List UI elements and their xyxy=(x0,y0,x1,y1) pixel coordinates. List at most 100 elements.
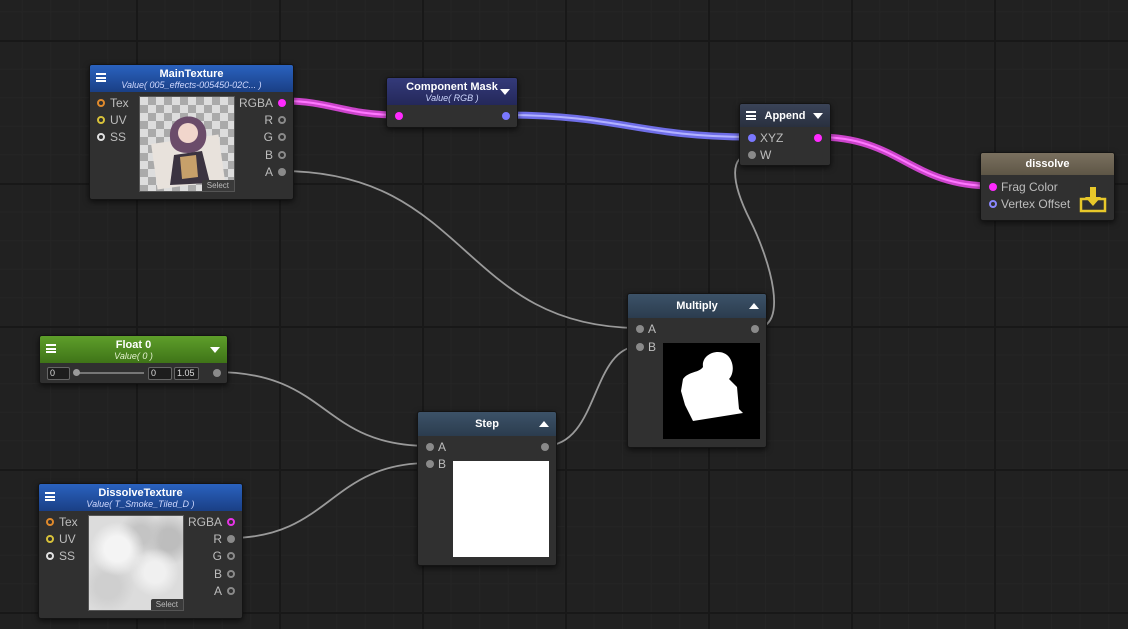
output-port[interactable] xyxy=(502,112,510,120)
wire-append-to-output xyxy=(817,133,993,190)
output-port[interactable] xyxy=(213,369,221,377)
input-port-ss[interactable] xyxy=(46,552,54,560)
chevron-up-icon[interactable] xyxy=(749,303,759,309)
input-port-tex[interactable] xyxy=(46,518,54,526)
output-label-g: G xyxy=(263,130,273,144)
select-button[interactable]: Select xyxy=(201,180,234,191)
node-title: Float 0 xyxy=(115,339,152,351)
input-label-uv: UV xyxy=(59,532,76,546)
chevron-up-icon[interactable] xyxy=(539,421,549,427)
input-label-ss: SS xyxy=(59,549,76,563)
output-port[interactable] xyxy=(814,134,822,142)
component-mask-header[interactable]: Component Mask Value( RGB ) xyxy=(387,78,517,105)
input-label-a: A xyxy=(648,322,657,336)
menu-icon[interactable] xyxy=(746,111,756,120)
input-port-w[interactable] xyxy=(748,151,756,159)
chevron-down-icon[interactable] xyxy=(813,113,823,119)
input-port-a[interactable] xyxy=(636,325,644,333)
menu-icon[interactable] xyxy=(45,492,55,501)
character-thumbnail xyxy=(151,116,225,190)
node-subtitle: Value( 0 ) xyxy=(114,351,153,361)
input-label-w: W xyxy=(760,148,772,162)
input-port-vertex-offset[interactable] xyxy=(989,200,997,208)
dissolve-output-header[interactable]: dissolve xyxy=(981,153,1114,175)
output-label-rgba: RGBA xyxy=(238,96,273,110)
output-label-r: R xyxy=(264,113,273,127)
float-header[interactable]: Float 0 Value( 0 ) xyxy=(40,336,227,363)
output-port[interactable] xyxy=(541,443,549,451)
output-port-a[interactable] xyxy=(278,168,286,176)
output-port-r[interactable] xyxy=(227,535,235,543)
node-subtitle: Value( RGB ) xyxy=(425,93,479,103)
input-label-frag-color: Frag Color xyxy=(1001,180,1058,194)
output-port-a[interactable] xyxy=(227,587,235,595)
wire-rgba-to-mask xyxy=(284,97,399,119)
float-slider-track[interactable] xyxy=(76,372,144,374)
float-node[interactable]: Float 0 Value( 0 ) 0 0 1.05 xyxy=(39,335,228,384)
output-port-b[interactable] xyxy=(227,570,235,578)
input-label-uv: UV xyxy=(110,113,127,127)
input-label-tex: Tex xyxy=(59,515,78,529)
output-port-g[interactable] xyxy=(227,552,235,560)
input-port-b[interactable] xyxy=(636,343,644,351)
multiply-node[interactable]: Multiply A B xyxy=(627,293,767,448)
main-texture-node[interactable]: MainTexture Value( 005_effects-005450-02… xyxy=(89,64,294,200)
dissolve-texture-node[interactable]: DissolveTexture Value( T_Smoke_Tiled_D )… xyxy=(38,483,243,619)
wire-alpha-to-multiply xyxy=(280,170,641,329)
main-texture-header[interactable]: MainTexture Value( 005_effects-005450-02… xyxy=(90,65,293,92)
step-node[interactable]: Step A B xyxy=(417,411,557,566)
component-mask-node[interactable]: Component Mask Value( RGB ) xyxy=(386,77,518,128)
texture-preview[interactable]: Select xyxy=(88,515,184,611)
output-label-a: A xyxy=(213,584,222,598)
output-port-r[interactable] xyxy=(278,116,286,124)
output-port-b[interactable] xyxy=(278,151,286,159)
step-preview xyxy=(453,461,549,557)
output-label-g: G xyxy=(212,549,222,563)
download-icon xyxy=(1079,187,1107,213)
select-button[interactable]: Select xyxy=(150,599,183,610)
input-port[interactable] xyxy=(395,112,403,120)
input-port-uv[interactable] xyxy=(46,535,54,543)
output-label-rgba: RGBA xyxy=(187,515,222,529)
node-title: MainTexture xyxy=(159,68,224,80)
step-header[interactable]: Step xyxy=(418,412,556,436)
output-port-g[interactable] xyxy=(278,133,286,141)
menu-icon[interactable] xyxy=(46,344,56,353)
input-label-b: B xyxy=(438,457,447,471)
node-title: DissolveTexture xyxy=(98,487,183,499)
float-min-field[interactable]: 0 xyxy=(47,367,70,380)
input-port-ss[interactable] xyxy=(97,133,105,141)
wire-float-to-step xyxy=(214,371,430,447)
input-port-a[interactable] xyxy=(426,443,434,451)
node-title: Step xyxy=(475,418,499,430)
input-port-b[interactable] xyxy=(426,460,434,468)
node-subtitle: Value( T_Smoke_Tiled_D ) xyxy=(86,499,195,509)
wire-step-to-multiply xyxy=(543,345,641,447)
output-label-r: R xyxy=(213,532,222,546)
input-label-vertex-offset: Vertex Offset xyxy=(1001,197,1071,211)
dissolve-output-node[interactable]: dissolve Frag Color Vertex Offset xyxy=(980,152,1115,221)
dissolve-texture-header[interactable]: DissolveTexture Value( T_Smoke_Tiled_D ) xyxy=(39,484,242,511)
output-label-b: B xyxy=(213,567,222,581)
input-port-frag-color[interactable] xyxy=(989,183,997,191)
node-subtitle: Value( 005_effects-005450-02C... ) xyxy=(121,80,262,90)
output-port-rgba[interactable] xyxy=(227,518,235,526)
menu-icon[interactable] xyxy=(96,73,106,82)
output-port-rgba[interactable] xyxy=(278,99,286,107)
input-label-xyz: XYZ xyxy=(760,131,784,145)
input-port-tex[interactable] xyxy=(97,99,105,107)
input-port-uv[interactable] xyxy=(97,116,105,124)
multiply-header[interactable]: Multiply xyxy=(628,294,766,318)
append-header[interactable]: Append xyxy=(740,104,830,127)
chevron-down-icon[interactable] xyxy=(500,89,510,95)
input-label-tex: Tex xyxy=(110,96,129,110)
append-node[interactable]: Append XYZ W xyxy=(739,103,831,166)
wire-mask-to-append xyxy=(504,111,752,141)
input-port-xyz[interactable] xyxy=(748,134,756,142)
output-port[interactable] xyxy=(751,325,759,333)
texture-preview[interactable]: Select xyxy=(139,96,235,192)
float-value-field[interactable]: 0 xyxy=(148,367,172,380)
float-max-field[interactable]: 1.05 xyxy=(174,367,199,380)
chevron-down-icon[interactable] xyxy=(210,347,220,353)
float-slider-knob[interactable] xyxy=(73,369,80,376)
